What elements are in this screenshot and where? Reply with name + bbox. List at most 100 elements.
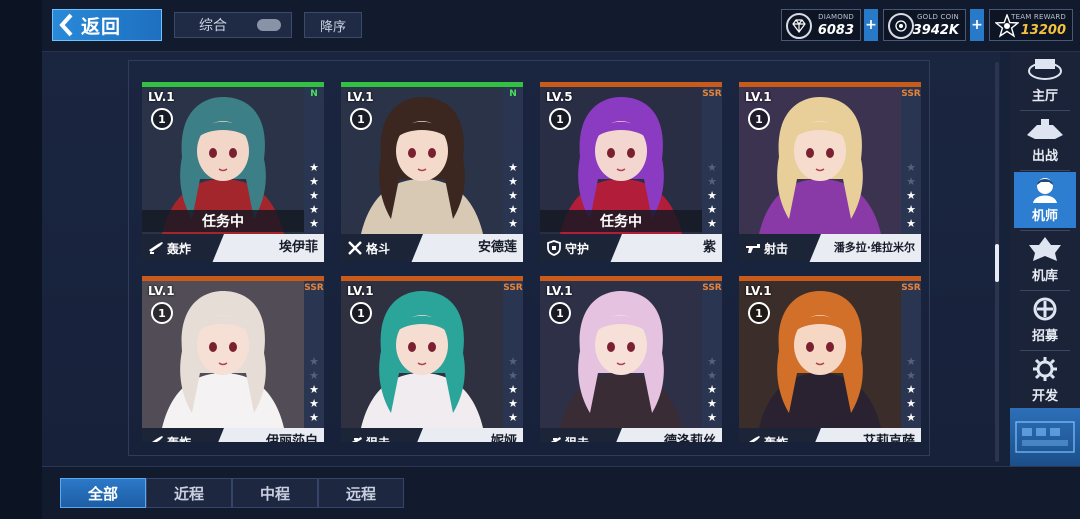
star-icon: ★ [309, 203, 319, 216]
pilot-card-footer: 狙击 德洛莉丝 [540, 428, 722, 442]
star-rating: ★ ★ ★ ★ ★ [505, 161, 521, 230]
nav-item[interactable]: 出战 [1014, 112, 1076, 168]
star-icon: ★ [707, 383, 717, 396]
nav-item[interactable]: 开发 [1014, 352, 1076, 408]
pilot-role-label: 轰炸 [167, 434, 191, 443]
pilot-card[interactable]: SSR ★ ★ ★ ★ ★ LV.1 1 射击 潘多拉·维拉米尔 [739, 82, 921, 262]
sniper-role-icon [546, 434, 562, 442]
rarity-column: SSR ★ ★ ★ ★ ★ [304, 281, 324, 428]
pilot-name: 潘多拉·维拉米尔 [833, 241, 915, 254]
star-icon: ★ [707, 217, 717, 230]
team-reward-caption: TEAM REWARD [1011, 13, 1066, 21]
pilot-role-label: 轰炸 [167, 241, 192, 256]
rarity-column: SSR ★ ★ ★ ★ ★ [702, 281, 722, 428]
pilot-role: 格斗 [341, 234, 423, 262]
gold-coin-caption: GOLD COIN [917, 13, 959, 21]
star-icon: ★ [309, 369, 319, 382]
nav-divider [1020, 110, 1070, 111]
star-icon: ★ [508, 355, 518, 368]
recruit-icon [1025, 295, 1065, 323]
team-reward-value: 13200 [1020, 23, 1066, 38]
filter-tab[interactable]: 近程 [146, 478, 232, 508]
nav-item[interactable]: 招募 [1014, 292, 1076, 348]
star-icon: ★ [707, 397, 717, 410]
pilot-card-footer: 轰炸 伊丽莎白 [142, 428, 324, 442]
rank-badge: 1 [748, 108, 770, 130]
team-reward-counter: TEAM REWARD 13200 [989, 9, 1073, 41]
gold-add-button[interactable]: + [970, 9, 984, 41]
sort-dropdown[interactable]: 综合 [174, 12, 292, 38]
star-icon: ★ [707, 369, 717, 382]
pilot-role-label: 狙击 [366, 434, 390, 443]
diamond-value: 6083 [817, 23, 854, 38]
star-rating: ★ ★ ★ ★ ★ [903, 355, 919, 424]
pilot-name: 安德莲 [477, 240, 517, 255]
star-icon: ★ [707, 175, 717, 188]
hangar-preview[interactable] [1010, 408, 1080, 466]
star-icon: ★ [906, 189, 916, 202]
star-icon: ★ [508, 161, 518, 174]
star-icon: ★ [309, 397, 319, 410]
rarity-label: SSR [901, 283, 921, 293]
pilot-role-label: 守护 [565, 241, 590, 256]
star-icon: ★ [906, 397, 916, 410]
pilot-role: 狙击 [540, 428, 622, 442]
star-icon: ★ [508, 203, 518, 216]
star-icon: ★ [508, 217, 518, 230]
nav-divider [1020, 170, 1070, 171]
star-icon: ★ [309, 175, 319, 188]
rarity-label: SSR [702, 89, 722, 99]
pilot-card[interactable]: N ★ ★ ★ ★ ★ LV.1 1 任务中 轰炸 埃伊菲 [142, 82, 324, 262]
star-icon: ★ [508, 397, 518, 410]
pilot-card[interactable]: SSR ★★★★★ LV.1 1 轰炸 伊丽莎白 [142, 276, 324, 442]
sortie-icon [1025, 115, 1065, 143]
rarity-label: N [509, 89, 517, 99]
order-label: 降序 [319, 19, 346, 35]
bomber-role-icon [148, 240, 164, 256]
diamond-icon [786, 13, 812, 39]
rarity-label: N [310, 89, 318, 99]
star-rating: ★ ★ ★ ★ ★ [505, 355, 521, 424]
nav-item-label: 机库 [1031, 269, 1058, 284]
develop-icon [1025, 355, 1065, 383]
pilot-role-label: 格斗 [366, 241, 391, 256]
pilot-card[interactable]: SSR ★★★★★ LV.1 1 轰炸 艾莉克萨 [739, 276, 921, 442]
nav-divider [1020, 230, 1070, 231]
filter-tab[interactable]: 远程 [318, 478, 404, 508]
hangar-icon [1025, 235, 1065, 263]
gold-coin-counter: GOLD COIN 3942K [883, 9, 966, 41]
scrollbar-thumb[interactable] [995, 244, 999, 282]
star-icon: ★ [707, 411, 717, 424]
order-button[interactable]: 降序 [304, 12, 362, 38]
star-icon: ★ [707, 189, 717, 202]
star-rating: ★ ★ ★ ★ ★ [704, 355, 720, 424]
back-button[interactable]: 返回 [52, 9, 162, 41]
sniper-role-icon [347, 434, 363, 442]
pilot-card-footer: 射击 潘多拉·维拉米尔 [739, 234, 921, 262]
pilot-card[interactable]: N ★ ★ ★ ★ ★ LV.1 1 格斗 安德莲 [341, 82, 523, 262]
pilot-name: 妮娅 [490, 434, 517, 442]
pilot-card[interactable]: SSR ★ ★ ★ ★ ★ LV.5 1 任务中 守护 紫 [540, 82, 722, 262]
nav-item-label: 开发 [1031, 389, 1058, 404]
nav-item[interactable]: 机师 [1014, 172, 1076, 228]
star-icon: ★ [906, 369, 916, 382]
rank-badge: 1 [549, 108, 571, 130]
filter-tab[interactable]: 中程 [232, 478, 318, 508]
nav-item[interactable]: 主厅 [1014, 52, 1076, 108]
nav-item[interactable]: 机库 [1014, 232, 1076, 288]
rarity-column: SSR ★ ★ ★ ★ ★ [901, 281, 921, 428]
rarity-label: SSR [503, 283, 523, 293]
pilot-icon [1025, 175, 1065, 203]
on-mission-banner: 任务中 [142, 210, 304, 232]
pilot-card[interactable]: SSR ★★★★★ LV.1 1 狙击 妮娅 [341, 276, 523, 442]
rarity-label: SSR [304, 283, 324, 293]
filter-tab[interactable]: 全部 [60, 478, 146, 508]
star-icon: ★ [508, 175, 518, 188]
pilot-card-footer: 格斗 安德莲 [341, 234, 523, 262]
pilot-card[interactable]: SSR ★★★★★ LV.1 1 狙击 德洛莉丝 [540, 276, 722, 442]
star-icon: ★ [309, 383, 319, 396]
pilot-role-label: 轰炸 [764, 434, 788, 443]
star-icon: ★ [309, 217, 319, 230]
diamond-add-button[interactable]: + [864, 9, 878, 41]
star-rating: ★ ★ ★ ★ ★ [903, 161, 919, 230]
